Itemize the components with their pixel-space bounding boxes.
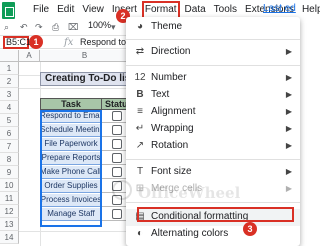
last-edit-link[interactable]: Last ed <box>263 3 296 14</box>
menu-divider <box>126 65 300 66</box>
name-box[interactable]: B5:C12 <box>3 36 36 49</box>
paint-format-icon[interactable]: ⌧ <box>68 19 78 35</box>
menu-item-text[interactable]: B Text ▶ <box>126 87 300 104</box>
fill-color-icon: ◐ <box>136 228 144 239</box>
row-header[interactable]: 2 <box>0 75 19 88</box>
status-checkbox[interactable] <box>112 139 122 149</box>
chevron-right-icon: ▶ <box>285 167 292 176</box>
status-checkbox[interactable] <box>112 111 122 121</box>
step-badge-3: 3 <box>243 222 257 236</box>
zoom-select[interactable]: 100% <box>88 20 111 30</box>
row-header[interactable]: 14 <box>0 231 19 244</box>
bold-text-icon: B <box>136 89 144 100</box>
menu-item-wrapping[interactable]: ↵ Wrapping ▶ <box>126 121 300 138</box>
align-left-icon: ≡ <box>137 106 143 117</box>
watermark: OfficeWheel <box>138 184 241 202</box>
row-header[interactable]: 3 <box>0 88 19 101</box>
menu-item-label: Wrapping <box>151 123 194 134</box>
column-header-b[interactable]: B <box>40 50 130 62</box>
menu-item-label: Direction <box>151 46 191 57</box>
menu-item-label: Alternating colors <box>151 228 229 239</box>
row-header[interactable]: 9 <box>0 166 19 179</box>
menu-item-rotation[interactable]: ↗ Rotation ▶ <box>126 138 300 155</box>
direction-icon: ⇄ <box>135 46 145 57</box>
menu-item-font-size[interactable]: T Font size ▶ <box>126 164 300 181</box>
watermark-logo-icon <box>112 180 132 200</box>
menu-divider <box>126 159 300 160</box>
menu-item-alternating-colors[interactable]: ◐ Alternating colors <box>126 226 300 243</box>
row-header[interactable]: 1 <box>0 62 19 75</box>
status-checkbox[interactable] <box>112 209 122 219</box>
formula-input[interactable]: Respond to <box>80 37 126 47</box>
fx-icon: fx <box>64 37 74 48</box>
menu-divider <box>126 202 300 203</box>
chevron-right-icon: ▶ <box>285 90 292 99</box>
sheets-logo-icon[interactable] <box>2 2 15 19</box>
text-rotation-icon: ↗ <box>135 140 145 151</box>
sheet-title-cell[interactable]: Creating To-Do list <box>40 72 130 86</box>
menu-data[interactable]: Data <box>185 3 206 17</box>
palette-icon: ◕ <box>136 21 144 32</box>
menu-item-alignment[interactable]: ≡ Alignment ▶ <box>126 104 300 121</box>
chevron-right-icon: ▶ <box>285 184 292 193</box>
chevron-right-icon: ▶ <box>285 47 292 56</box>
chevron-down-icon[interactable]: ▾ <box>111 19 116 35</box>
menu-divider <box>126 39 300 40</box>
menu-item-label: Theme <box>151 21 183 32</box>
chevron-right-icon: ▶ <box>285 107 292 116</box>
row-header[interactable]: 5 <box>0 114 19 127</box>
menu-tools[interactable]: Tools <box>214 3 237 17</box>
task-column-header[interactable]: Task <box>40 98 102 110</box>
status-checkbox[interactable] <box>112 153 122 163</box>
wrap-text-icon: ↵ <box>135 123 145 134</box>
column-header-a[interactable]: A <box>19 50 40 62</box>
menu-file[interactable]: File <box>33 3 49 17</box>
grid-line <box>19 88 130 89</box>
chevron-right-icon: ▶ <box>285 141 292 150</box>
row-header[interactable]: 10 <box>0 179 19 192</box>
row-header[interactable]: 8 <box>0 153 19 166</box>
menu-item-label: Rotation <box>151 140 189 151</box>
redo-icon[interactable]: ↷ <box>35 19 43 35</box>
number-format-icon: 12 <box>134 72 146 83</box>
menu-item-theme[interactable]: ◕ Theme <box>126 19 300 36</box>
menu-item-direction[interactable]: ⇄ Direction ▶ <box>126 44 300 61</box>
menu-item-label: Text <box>151 89 170 100</box>
grid-line <box>19 231 130 232</box>
row-header[interactable]: 6 <box>0 127 19 140</box>
menu-item-label: Alignment <box>151 106 196 117</box>
font-size-icon: T <box>136 166 144 177</box>
chevron-right-icon: ▶ <box>285 124 292 133</box>
undo-icon[interactable]: ↶ <box>20 19 28 35</box>
menu-edit[interactable]: Edit <box>57 3 74 17</box>
menu-item-number[interactable]: 12 Number ▶ <box>126 70 300 87</box>
row-header[interactable]: 11 <box>0 192 19 205</box>
menu-view[interactable]: View <box>82 3 104 17</box>
menu-help[interactable]: Help <box>302 3 320 17</box>
row-header[interactable]: 7 <box>0 140 19 153</box>
conditional-formatting-highlight <box>137 207 294 222</box>
step-badge-1: 1 <box>29 35 43 49</box>
search-menus-icon[interactable]: ⌕ <box>4 19 9 35</box>
row-header[interactable]: 4 <box>0 101 19 114</box>
menu-item-label: Number <box>151 72 187 83</box>
status-checkbox[interactable] <box>112 125 122 135</box>
row-header[interactable]: 13 <box>0 218 19 231</box>
selected-range <box>40 110 102 227</box>
select-all-corner[interactable] <box>0 50 19 62</box>
print-icon[interactable]: ⎙ <box>52 19 59 35</box>
chevron-right-icon: ▶ <box>285 73 292 82</box>
menu-item-label: Font size <box>151 166 192 177</box>
row-header[interactable]: 12 <box>0 205 19 218</box>
status-checkbox[interactable] <box>112 167 122 177</box>
